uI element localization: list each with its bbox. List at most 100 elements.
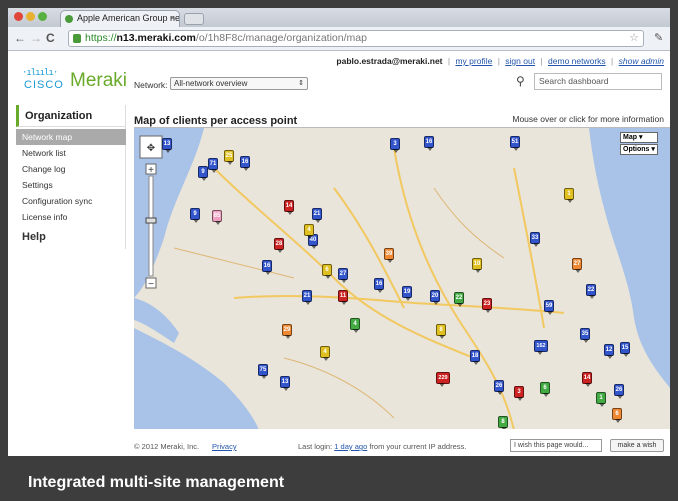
cisco-bars-icon: ·ılıılı· xyxy=(22,68,58,78)
access-point-pin[interactable]: 23 xyxy=(482,298,492,313)
last-login-link[interactable]: 1 day ago xyxy=(334,442,367,451)
access-point-pin[interactable]: 35 xyxy=(580,328,590,343)
last-login-suffix: from your current IP address. xyxy=(369,442,467,451)
make-a-wish-button[interactable]: make a wish xyxy=(610,439,664,452)
access-point-pin[interactable]: 19 xyxy=(402,286,412,301)
access-point-pin[interactable]: 13 xyxy=(280,376,290,391)
map-type-dropdown[interactable]: Map ▾ xyxy=(620,132,658,143)
access-point-pin[interactable]: 10 xyxy=(472,258,482,273)
access-point-pin[interactable]: 12 xyxy=(604,344,614,359)
maximize-window-icon[interactable] xyxy=(38,12,47,21)
access-point-pin[interactable]: 71 xyxy=(208,158,218,173)
close-window-icon[interactable] xyxy=(14,12,23,21)
access-point-pin[interactable]: 14 xyxy=(582,372,592,387)
search-area: ⚲ Search dashboard xyxy=(516,73,662,90)
access-point-pin[interactable]: 22 xyxy=(454,292,464,307)
clients-map[interactable]: ✥ + − Map ▾ Options ▾ 13 71 25 16 3 16 51 9 85 14… xyxy=(134,127,670,429)
tab-title: Apple American Group netw xyxy=(77,13,180,23)
access-point-pin[interactable]: 15 xyxy=(620,342,630,357)
network-dropdown[interactable]: All-network overview ⇕ xyxy=(170,77,308,90)
search-icon: ⚲ xyxy=(516,74,525,88)
map-options-label: Options xyxy=(623,146,650,153)
access-point-pin[interactable]: 27 xyxy=(338,268,348,283)
access-point-pin[interactable]: 4 xyxy=(320,346,330,361)
sidebar-item-network-list[interactable]: Network list xyxy=(16,145,126,161)
dashboard-page: pablo.estrada@meraki.net | my profile | … xyxy=(8,52,670,456)
access-point-pin[interactable]: 6 xyxy=(540,382,550,397)
forward-arrow-icon[interactable]: → xyxy=(30,30,42,46)
sidebar-item-change-log[interactable]: Change log xyxy=(16,161,126,177)
wish-input[interactable]: I wish this page would... xyxy=(510,439,602,452)
wrench-icon[interactable]: ✎ xyxy=(654,31,663,44)
access-point-pin[interactable]: 20 xyxy=(430,290,440,305)
access-point-pin[interactable]: 6 xyxy=(322,264,332,279)
sidebar-item-configuration-sync[interactable]: Configuration sync xyxy=(16,193,126,209)
access-point-pin[interactable]: 14 xyxy=(284,200,294,215)
new-tab-button[interactable] xyxy=(184,13,204,25)
access-point-pin[interactable]: 9 xyxy=(190,208,200,223)
access-point-pin[interactable]: 59 xyxy=(544,300,554,315)
access-point-pin[interactable]: 4 xyxy=(304,224,314,239)
sidebar-section-organization[interactable]: Organization xyxy=(16,105,126,127)
network-selector: Network: All-network overview ⇕ xyxy=(134,77,308,90)
sidebar-section-help[interactable]: Help xyxy=(16,231,46,243)
access-point-pin[interactable]: 13 xyxy=(162,138,172,153)
sidebar-item-settings[interactable]: Settings xyxy=(16,177,126,193)
cisco-meraki-logo[interactable]: ·ılıılı· CISCO Meraki xyxy=(20,68,130,98)
map-options-dropdown[interactable]: Options ▾ xyxy=(620,144,658,155)
access-point-pin[interactable]: 3 xyxy=(514,386,524,401)
access-point-pin[interactable]: 18 xyxy=(470,350,480,365)
access-point-pin[interactable]: 26 xyxy=(494,380,504,395)
demo-networks-link[interactable]: demo networks xyxy=(548,56,606,66)
access-point-pin[interactable]: 27 xyxy=(572,258,582,273)
show-admin-link[interactable]: show admin xyxy=(619,56,664,66)
privacy-link[interactable]: Privacy xyxy=(212,442,237,451)
network-dropdown-value: All-network overview xyxy=(174,79,248,88)
access-point-pin[interactable]: 162 xyxy=(534,340,548,355)
access-point-pin[interactable]: 8 xyxy=(498,416,508,429)
url-domain: n13.meraki.com xyxy=(116,32,196,44)
access-point-pin[interactable]: 16 xyxy=(424,136,434,151)
access-point-pin[interactable]: 1 xyxy=(596,392,606,407)
access-point-pin[interactable]: 22 xyxy=(586,284,596,299)
access-point-pin[interactable]: 51 xyxy=(510,136,520,151)
browser-window: Apple American Group netw × ← → C https:… xyxy=(8,8,670,456)
browser-tab[interactable]: Apple American Group netw × xyxy=(60,10,180,27)
user-links: pablo.estrada@meraki.net | my profile | … xyxy=(336,56,664,66)
access-point-pin[interactable]: 85 xyxy=(212,210,222,225)
access-point-pin[interactable]: 75 xyxy=(258,364,268,379)
access-point-pin[interactable]: 29 xyxy=(282,324,292,339)
tab-close-icon[interactable]: × xyxy=(170,11,175,26)
minimize-window-icon[interactable] xyxy=(26,12,35,21)
zoom-control[interactable]: ✥ + − xyxy=(138,134,166,294)
access-point-pin[interactable]: 26 xyxy=(614,384,624,399)
access-point-pin[interactable]: 39 xyxy=(384,248,394,263)
access-point-pin[interactable]: 21 xyxy=(312,208,322,223)
sidebar-item-license-info[interactable]: License info xyxy=(16,209,126,225)
access-point-pin[interactable]: 3 xyxy=(390,138,400,153)
access-point-pin[interactable]: 11 xyxy=(338,290,348,305)
address-bar[interactable]: https://n13.meraki.com/o/1h8F8c/manage/o… xyxy=(68,30,644,47)
access-point-pin[interactable]: 21 xyxy=(302,290,312,305)
logo-cisco: CISCO xyxy=(24,79,64,91)
access-point-pin[interactable]: 4 xyxy=(350,318,360,333)
access-point-pin[interactable]: 6 xyxy=(612,408,622,423)
access-point-pin[interactable]: 229 xyxy=(436,372,450,387)
sidebar-item-network-map[interactable]: Network map xyxy=(16,129,126,145)
search-input[interactable]: Search dashboard xyxy=(534,73,662,90)
reload-icon[interactable]: C xyxy=(46,30,55,46)
access-point-pin[interactable]: 28 xyxy=(274,238,284,253)
access-point-pin[interactable]: 25 xyxy=(224,150,234,165)
my-profile-link[interactable]: my profile xyxy=(455,56,492,66)
bookmark-star-icon[interactable]: ☆ xyxy=(629,31,639,46)
access-point-pin[interactable]: 16 xyxy=(374,278,384,293)
access-point-pin[interactable]: 16 xyxy=(240,156,250,171)
access-point-pin[interactable]: 16 xyxy=(262,260,272,275)
access-point-pin[interactable]: 33 xyxy=(530,232,540,247)
sign-out-link[interactable]: sign out xyxy=(505,56,535,66)
map-hint: Mouse over or click for more information xyxy=(512,114,664,124)
access-point-pin[interactable]: 9 xyxy=(198,166,208,181)
access-point-pin[interactable]: 1 xyxy=(564,188,574,203)
back-arrow-icon[interactable]: ← xyxy=(14,30,26,46)
access-point-pin[interactable]: 8 xyxy=(436,324,446,339)
